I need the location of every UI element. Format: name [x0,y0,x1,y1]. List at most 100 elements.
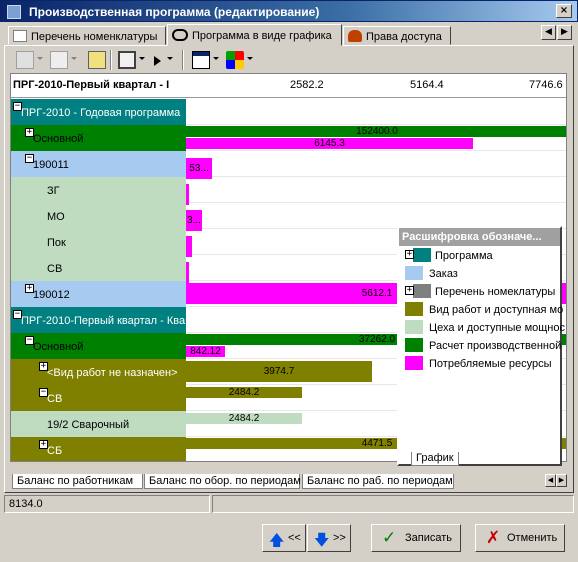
gantt-row-label[interactable]: МО [11,203,186,229]
gantt-row-label[interactable]: Пок [11,229,186,255]
gantt-row-label[interactable]: +190012 [11,281,186,307]
sheet-tabs: Баланс по работникам Баланс по обор. по … [10,474,542,490]
scale-tick: 5164.4 [410,79,444,91]
tab-nomenclature[interactable]: Перечень номенклатуры [8,26,166,45]
gantt-row-label[interactable]: ЗГ [11,177,186,203]
gantt-bar[interactable] [186,236,192,257]
arrow-down-icon: 🡇 [314,531,330,549]
clipboard-icon[interactable] [88,51,106,69]
app-icon [7,5,21,19]
gantt-row-label[interactable]: − СВ [11,385,186,411]
row-label-text: СВ [47,393,63,405]
legend-title: Расшифровка обозначе... [399,228,560,246]
row-label-text: Пок [47,237,66,249]
close-button[interactable]: × [556,4,572,18]
tab-scroll-right[interactable]: ▶ [557,25,572,40]
legend-swatch [405,266,423,280]
legend-tab-chart[interactable]: График [411,452,459,466]
gantt-row-label[interactable]: − ПРГ-2010-Первый квартал - Ква [11,307,186,333]
cross-icon: ✗ [486,528,501,548]
gantt-bar[interactable]: 6145.3 [186,138,473,149]
save-button[interactable]: ✓ Записать [371,524,461,552]
row-label-text: <Вид работ не назначен> [47,367,178,379]
legend-label: Программа [435,250,493,262]
tab-program-chart[interactable]: Программа в виде графика [167,24,342,46]
gantt-bar[interactable]: 842.12 [186,346,225,357]
row-divider [186,176,566,177]
prev-button[interactable]: 🡅 << [262,524,306,552]
gantt-bar[interactable] [186,184,189,205]
tab-scroll-left[interactable]: ◀ [541,25,556,40]
row-label-text: Основной [33,133,84,145]
legend-swatch [405,338,423,352]
cancel-button[interactable]: ✗ Отменить [475,524,565,552]
gantt-row-label[interactable]: + Основной [11,125,186,151]
gantt-bar[interactable]: 2484.2 [186,387,302,398]
next-button[interactable]: 🡇 >> [307,524,351,552]
gantt-bar[interactable]: 3974.7 [186,361,372,382]
legend-swatch [405,356,423,370]
row-divider [186,124,566,125]
gantt-bar[interactable]: 2484.2 [186,413,302,424]
row-label-text: ПРГ-2010 - Годовая программа [21,107,181,119]
document-icon[interactable] [50,51,68,69]
row-divider [186,202,566,203]
binoculars-icon [172,29,188,41]
window-title: Производственная программа (редактирован… [29,5,320,19]
title-bar: Производственная программа (редактирован… [0,0,578,22]
gantt-row-label[interactable]: 19/2 Сварочный [11,411,186,437]
program-name: ПРГ-2010-Первый квартал - I [13,79,170,91]
sheet-tab-workers-periods[interactable]: Баланс по раб. по периодам [302,474,454,489]
row-label-text: Основной [33,341,84,353]
legend-label: Цеха и доступные мощнос [429,322,565,334]
grid-icon[interactable] [16,51,34,69]
gantt-row-label[interactable]: − Основной [11,333,186,359]
printer-icon[interactable] [118,51,136,69]
legend-panel: Расшифровка обозначе... + Программа Заказ +… [397,226,565,466]
dropdown-arrow-icon[interactable] [37,57,43,60]
row-label-text: ЗГ [47,185,60,197]
chart-colors-icon[interactable] [226,51,244,69]
gantt-row-label[interactable]: + <Вид работ не назначен> [11,359,186,385]
row-label-text: ПРГ-2010-Первый квартал - Ква [21,315,186,327]
tab-access-rights[interactable]: Права доступа [343,26,451,45]
arrow-up-icon: 🡅 [269,531,285,549]
expand-icon: + [405,249,414,259]
gantt-row-label[interactable]: СВ [11,255,186,281]
row-label-text: 190011 [33,159,69,171]
legend-swatch [413,248,431,262]
expand-icon: + [405,285,414,295]
sheet-tab-workers[interactable]: Баланс по работникам [12,474,143,489]
window-icon[interactable] [192,51,210,69]
play-icon[interactable] [154,56,161,66]
dropdown-arrow-icon[interactable] [71,57,77,60]
row-divider [186,150,566,151]
gantt-bar[interactable]: 53... [186,158,212,179]
row-label-text: 190012 [33,289,70,301]
scale-tick: 2582.2 [290,79,324,91]
gantt-header: ПРГ-2010-Первый квартал - I 2582.2 5164.… [11,74,566,98]
chart-toolbar [10,48,570,72]
sheet-nav-right[interactable]: ▶ [556,474,567,487]
sheet-tab-equipment-periods[interactable]: Баланс по обор. по периодам [144,474,301,489]
dropdown-arrow-icon[interactable] [167,57,173,60]
gantt-row-label[interactable]: −190011 [11,151,186,177]
gantt-row-label[interactable]: − ПРГ-2010 - Годовая программа [11,99,186,125]
check-icon: ✓ [382,528,397,548]
gantt-bar[interactable]: 152400.0 [186,126,566,137]
sheet-nav-left[interactable]: ◀ [545,474,556,487]
gantt-bar[interactable]: 3... [186,210,202,231]
legend-label: Расчет производственной [429,340,562,352]
row-label-text: СБ [47,445,63,457]
legend-label: Перечень номеклатуры [435,286,556,298]
row-label-text: СВ [47,263,63,275]
dropdown-arrow-icon[interactable] [213,57,219,60]
legend-swatch [405,320,423,334]
legend-label: Потребляемые ресурсы [429,358,552,370]
legend-label: Заказ [429,268,458,280]
dropdown-arrow-icon[interactable] [139,57,145,60]
gantt-bar[interactable] [186,262,189,283]
row-label-text: 19/2 Сварочный [47,419,130,431]
gantt-row-label[interactable]: + СБ [11,437,186,461]
dropdown-arrow-icon[interactable] [247,57,253,60]
